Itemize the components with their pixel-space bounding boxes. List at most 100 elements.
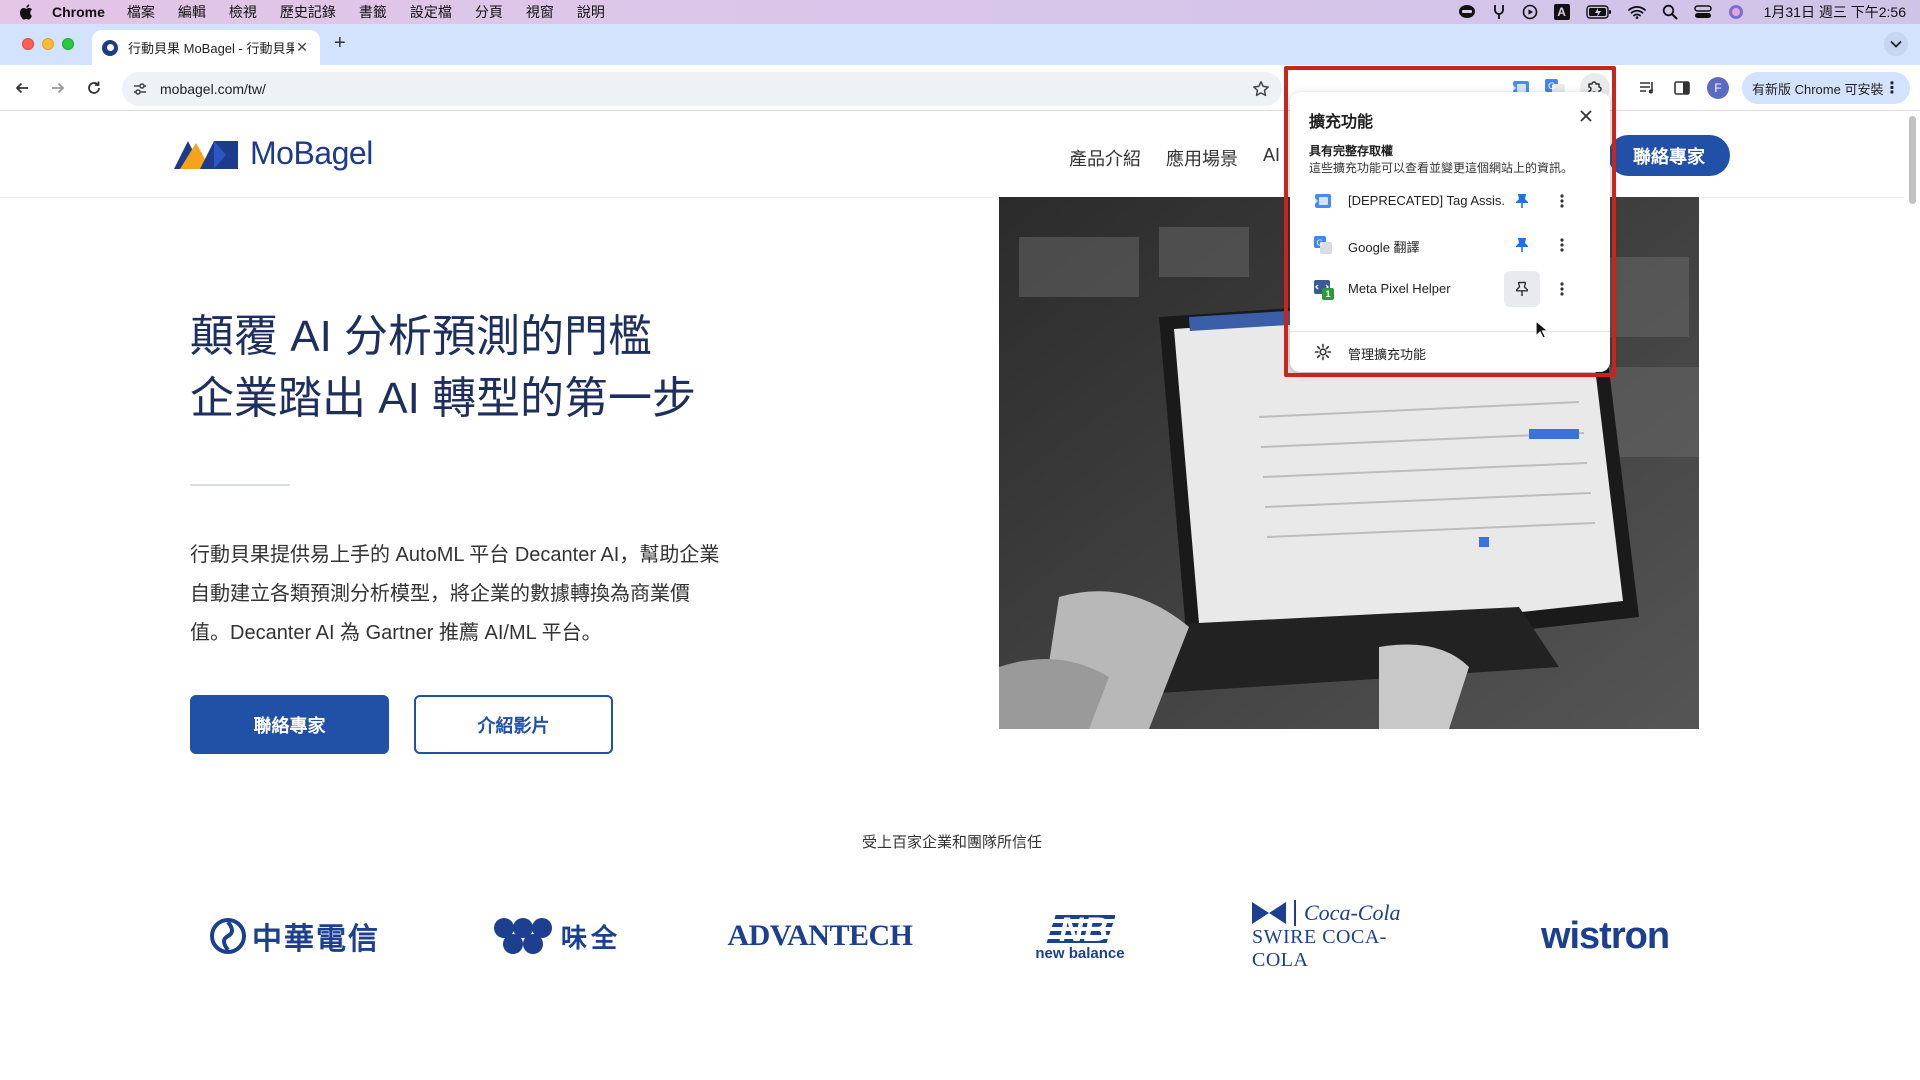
reload-button[interactable]: [83, 77, 105, 99]
pin-button[interactable]: [1504, 271, 1540, 307]
menu-window[interactable]: 視窗: [526, 2, 554, 22]
more-vert-icon: [1560, 238, 1564, 252]
extension-more-button[interactable]: [1544, 227, 1580, 263]
extensions-divider: [1290, 331, 1610, 332]
nav-ai[interactable]: AI: [1263, 145, 1280, 171]
tab-title: 行動貝果 MoBagel - 行動貝果: [128, 41, 294, 56]
more-vert-icon: [1560, 282, 1564, 296]
google-translate-icon: G: [1314, 236, 1332, 254]
address-url[interactable]: mobagel.com/tw/: [160, 81, 266, 97]
menu-bookmarks[interactable]: 書籤: [359, 2, 387, 22]
mobagel-logo[interactable]: MoBagel: [174, 135, 373, 172]
contact-expert-button[interactable]: 聯絡專家: [190, 695, 389, 754]
header-contact-button[interactable]: 聯絡專家: [1608, 135, 1730, 176]
menu-tab[interactable]: 分頁: [475, 2, 503, 22]
cht-logo: 中華電信: [210, 901, 380, 971]
tab-strip: 行動貝果 MoBagel - 行動貝果 ✕ +: [0, 24, 1920, 65]
weichuan-logo-mark-icon: [493, 918, 552, 954]
page-scrollbar[interactable]: [1909, 116, 1916, 204]
mobagel-favicon-icon: [102, 39, 118, 56]
menu-profiles[interactable]: 設定檔: [410, 2, 452, 22]
menu-app-name[interactable]: Chrome: [52, 4, 105, 20]
gear-icon: [1314, 343, 1332, 361]
forward-button[interactable]: [47, 77, 69, 99]
menubar-status-area: A 1月31日 週三 下午2:56: [1458, 0, 1906, 24]
pin-outline-icon: [1516, 281, 1528, 296]
svg-text:G: G: [1548, 82, 1555, 92]
wistron-logo-text: wistron: [1540, 914, 1670, 957]
swire-logo: Coca-Cola SWIRE COCA-COLA: [1252, 900, 1432, 971]
nav-use-cases[interactable]: 應用場景: [1166, 145, 1238, 171]
battery-icon[interactable]: [1585, 5, 1612, 19]
profile-avatar[interactable]: F: [1707, 77, 1729, 99]
apple-icon[interactable]: [18, 3, 36, 21]
address-bar[interactable]: mobagel.com/tw/: [122, 72, 1282, 106]
mouse-cursor-icon: [1535, 320, 1549, 339]
new-tab-button[interactable]: +: [334, 32, 346, 55]
chrome-update-button[interactable]: 有新版 Chrome 可安裝 ⋮: [1742, 72, 1910, 104]
nav-products[interactable]: 產品介紹: [1069, 145, 1141, 171]
media-controls-icon: [1640, 82, 1653, 94]
site-header: MoBagel 產品介紹 應用場景 AI 聯絡專家: [0, 111, 1904, 198]
window-close-button[interactable]: [22, 38, 34, 50]
control-center-icon[interactable]: [1693, 4, 1712, 20]
menu-file[interactable]: 檔案: [127, 2, 155, 22]
svg-text:NB: NB: [1059, 911, 1108, 947]
pin-button[interactable]: [1504, 183, 1540, 219]
intro-video-button[interactable]: 介紹影片: [414, 695, 613, 754]
line-app-icon[interactable]: [1458, 4, 1476, 20]
tab-close-icon[interactable]: ✕: [294, 39, 310, 56]
window-zoom-button[interactable]: [62, 38, 74, 50]
media-controls-button[interactable]: [1636, 77, 1658, 99]
wifi-icon[interactable]: [1627, 5, 1646, 19]
extension-row-tag-assistant[interactable]: [DEPRECATED] Tag Assis...: [1290, 179, 1610, 223]
weichuan-logo-text: 味全: [560, 922, 621, 953]
browser-toolbar: mobagel.com/tw/ G F 有新版 Chrome 可安裝 ⋮: [0, 65, 1920, 111]
more-vert-icon: [1560, 194, 1564, 208]
site-settings-icon[interactable]: [132, 81, 148, 97]
star-icon[interactable]: [1252, 80, 1270, 98]
extension-name: Google 翻譯: [1348, 240, 1420, 255]
extension-row-google-translate[interactable]: G Google 翻譯: [1290, 223, 1610, 267]
side-panel-button[interactable]: [1671, 77, 1693, 99]
manage-extensions-button[interactable]: 管理擴充功能: [1290, 333, 1610, 371]
partner-logos: 中華電信 味全 ADVANTECH NB new balance Coca-Co…: [0, 900, 1904, 971]
trust-statement: 受上百家企業和團隊所信任: [861, 834, 1042, 851]
menubar-clock[interactable]: 1月31日 週三 下午2:56: [1764, 2, 1906, 22]
svg-text:G: G: [1317, 239, 1323, 248]
extension-row-meta-pixel[interactable]: 1 Meta Pixel Helper: [1290, 267, 1610, 311]
siri-icon[interactable]: [1728, 4, 1744, 20]
advantech-logo-text: ADVANTECH: [727, 919, 913, 952]
menu-view[interactable]: 檢視: [229, 2, 257, 22]
full-access-description: 這些擴充功能可以查看並變更這個網站上的資訊。: [1309, 161, 1574, 175]
cht-logo-mark-icon: [210, 918, 246, 954]
back-arrow-icon: [15, 82, 28, 94]
newbalance-logo-mark-icon: NB: [1046, 911, 1115, 947]
menu-help[interactable]: 說明: [577, 2, 605, 22]
chrome-menu-icon[interactable]: ⋮: [1884, 78, 1900, 98]
extensions-popup-close-icon[interactable]: [1576, 106, 1596, 126]
site-nav: 產品介紹 應用場景 AI: [1069, 145, 1280, 171]
pin-filled-icon: [1516, 194, 1528, 208]
hero-divider: [190, 484, 290, 486]
weichuan-logo: 味全: [492, 901, 622, 971]
pin-button[interactable]: [1504, 227, 1540, 263]
window-minimize-button[interactable]: [42, 38, 54, 50]
extension-more-button[interactable]: [1544, 183, 1580, 219]
hero-title-line1: 顛覆 AI 分析預測的門檻: [190, 312, 653, 361]
search-icon[interactable]: [1662, 4, 1678, 20]
chevron-down-icon: [1890, 40, 1902, 48]
input-method-icon[interactable]: A: [1553, 4, 1570, 20]
tab-search-button[interactable]: [1884, 32, 1908, 56]
browser-tab-active[interactable]: 行動貝果 MoBagel - 行動貝果 ✕: [92, 30, 320, 65]
side-panel-icon: [1674, 81, 1690, 95]
cht-logo-text: 中華電信: [252, 923, 380, 956]
newbalance-logo: NB new balance: [1025, 901, 1135, 971]
extension-more-button[interactable]: [1544, 271, 1580, 307]
back-button[interactable]: [11, 77, 33, 99]
fork-icon[interactable]: [1492, 4, 1506, 20]
advantech-logo: ADVANTECH: [728, 901, 913, 971]
menu-edit[interactable]: 編輯: [178, 2, 206, 22]
menu-history[interactable]: 歷史記錄: [280, 2, 336, 22]
play-circle-icon[interactable]: [1522, 4, 1538, 20]
